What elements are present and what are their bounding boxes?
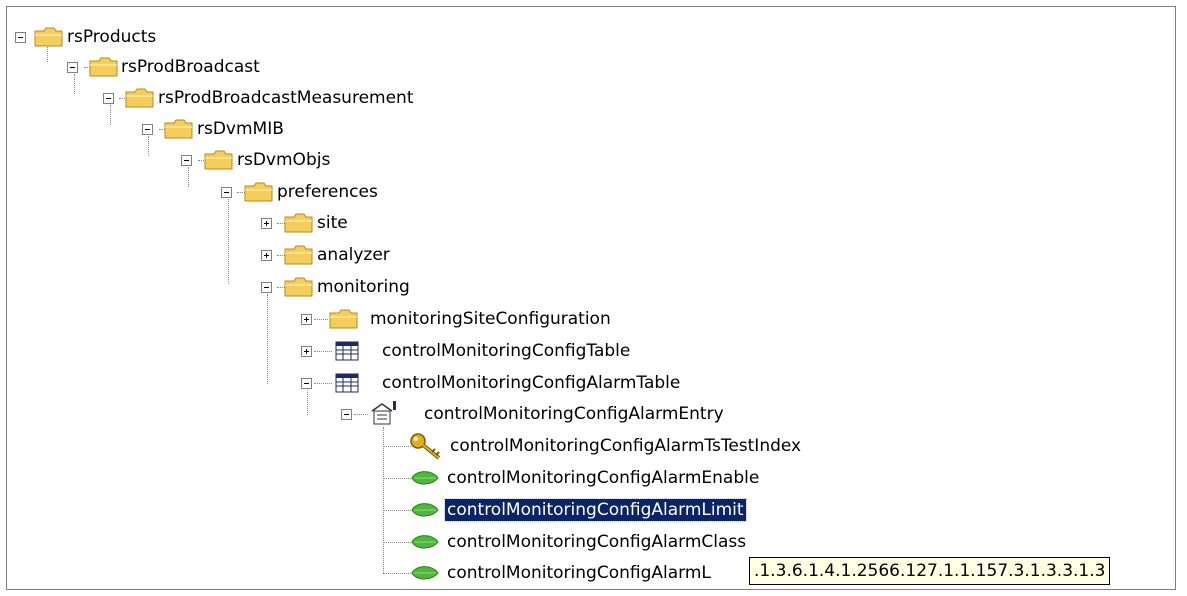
- collapse-toggle[interactable]: [301, 378, 312, 389]
- folder-icon: [164, 119, 193, 139]
- folder-icon: [34, 27, 63, 47]
- tree-node-label[interactable]: controlMonitoringConfigAlarmEnable: [445, 467, 761, 489]
- tree-node-site[interactable]: site: [7, 207, 407, 239]
- key-icon: [410, 433, 441, 460]
- table-icon: [335, 341, 359, 361]
- folder-icon: [204, 150, 233, 170]
- tree-node-label[interactable]: site: [315, 212, 350, 234]
- tree-node-controlmonitoringconfigtable[interactable]: controlMonitoringConfigTable: [7, 335, 757, 367]
- tree-node-controlmonitoringconfigalarmclass[interactable]: controlMonitoringConfigAlarmClass: [7, 526, 857, 558]
- table-icon: [335, 373, 359, 393]
- tree-node-preferences[interactable]: preferences: [7, 176, 507, 208]
- tree-node-label[interactable]: monitoring: [315, 276, 412, 298]
- tree-node-monitoringsiteconfiguration[interactable]: monitoringSiteConfiguration: [7, 303, 707, 335]
- tree-node-analyzer[interactable]: analyzer: [7, 239, 407, 271]
- expand-toggle[interactable]: [261, 250, 272, 261]
- tree-node-label[interactable]: rsDvmMIB: [195, 118, 286, 140]
- leaf-icon: [411, 535, 439, 549]
- folder-icon: [125, 88, 154, 108]
- collapse-toggle[interactable]: [221, 187, 232, 198]
- tree-node-controlmonitoringconfigalarmtable[interactable]: controlMonitoringConfigAlarmTable: [7, 367, 807, 399]
- tree-node-label[interactable]: monitoringSiteConfiguration: [368, 308, 613, 330]
- collapse-toggle[interactable]: [103, 93, 114, 104]
- folder-icon: [244, 182, 273, 202]
- mib-tree-panel: rsProducts rsProdBroadcast rsProdBroadca…: [6, 6, 1176, 590]
- collapse-toggle[interactable]: [261, 282, 272, 293]
- expand-toggle[interactable]: [301, 346, 312, 357]
- tree-node-label[interactable]: analyzer: [315, 244, 392, 266]
- tree-node-monitoring[interactable]: monitoring: [7, 271, 410, 303]
- tree-node-controlmonitoringconfigalarmtstestindex[interactable]: controlMonitoringConfigAlarmTsTestIndex: [7, 430, 907, 462]
- tree-node-label[interactable]: controlMonitoringConfigAlarmTsTestIndex: [448, 435, 803, 457]
- tree-node-label[interactable]: rsDvmObjs: [235, 149, 332, 171]
- collapse-toggle[interactable]: [142, 124, 153, 135]
- tree-node-rsdvmmib[interactable]: rsDvmMIB: [7, 114, 407, 146]
- tree-node-label-selected[interactable]: controlMonitoringConfigAlarmLimit: [444, 498, 747, 522]
- expand-toggle[interactable]: [301, 314, 312, 325]
- tree-node-rsdvmobjs[interactable]: rsDvmObjs: [7, 145, 407, 177]
- folder-icon: [329, 309, 358, 329]
- tree-node-rsproducts[interactable]: rsProducts: [7, 21, 307, 53]
- table-entry-icon: [371, 401, 396, 425]
- tree-node-label[interactable]: rsProducts: [65, 26, 158, 48]
- tree-node-label[interactable]: rsProdBroadcast: [119, 56, 262, 78]
- collapse-toggle[interactable]: [15, 32, 26, 43]
- folder-icon: [284, 245, 313, 265]
- tree-node-rsprodbroadcastmeasurement[interactable]: rsProdBroadcastMeasurement: [7, 83, 507, 115]
- tree-node-controlmonitoringconfigalarmenable[interactable]: controlMonitoringConfigAlarmEnable: [7, 462, 857, 494]
- tree-node-controlmonitoringconfigalarmentry[interactable]: controlMonitoringConfigAlarmEntry: [7, 398, 857, 430]
- collapse-toggle[interactable]: [67, 62, 78, 73]
- leaf-icon: [411, 566, 439, 580]
- collapse-toggle[interactable]: [341, 409, 352, 420]
- oid-tooltip: .1.3.6.1.4.1.2566.127.1.1.157.3.1.3.3.1.…: [749, 557, 1111, 585]
- expand-toggle[interactable]: [261, 218, 272, 229]
- leaf-icon: [411, 471, 439, 485]
- folder-icon: [89, 57, 118, 77]
- tree-node-label[interactable]: preferences: [275, 181, 380, 203]
- tree-node-label[interactable]: rsProdBroadcastMeasurement: [156, 87, 416, 109]
- folder-icon: [284, 277, 313, 297]
- tree-node-label[interactable]: controlMonitoringConfigAlarmEntry: [422, 403, 726, 425]
- tree-node-rsprodbroadcast[interactable]: rsProdBroadcast: [7, 52, 407, 84]
- tree-node-controlmonitoringconfigalarmlimit[interactable]: controlMonitoringConfigAlarmLimit: [7, 494, 857, 526]
- tree-node-label[interactable]: controlMonitoringConfigAlarmL: [445, 562, 713, 584]
- tree-node-controlmonitoringconfigalarml[interactable]: controlMonitoringConfigAlarmL: [7, 557, 857, 589]
- tree-node-label[interactable]: controlMonitoringConfigAlarmClass: [445, 531, 748, 553]
- leaf-icon: [411, 503, 439, 517]
- tree-node-label[interactable]: controlMonitoringConfigTable: [380, 340, 632, 362]
- folder-icon: [284, 213, 313, 233]
- tree-node-label[interactable]: controlMonitoringConfigAlarmTable: [380, 372, 682, 394]
- collapse-toggle[interactable]: [181, 155, 192, 166]
